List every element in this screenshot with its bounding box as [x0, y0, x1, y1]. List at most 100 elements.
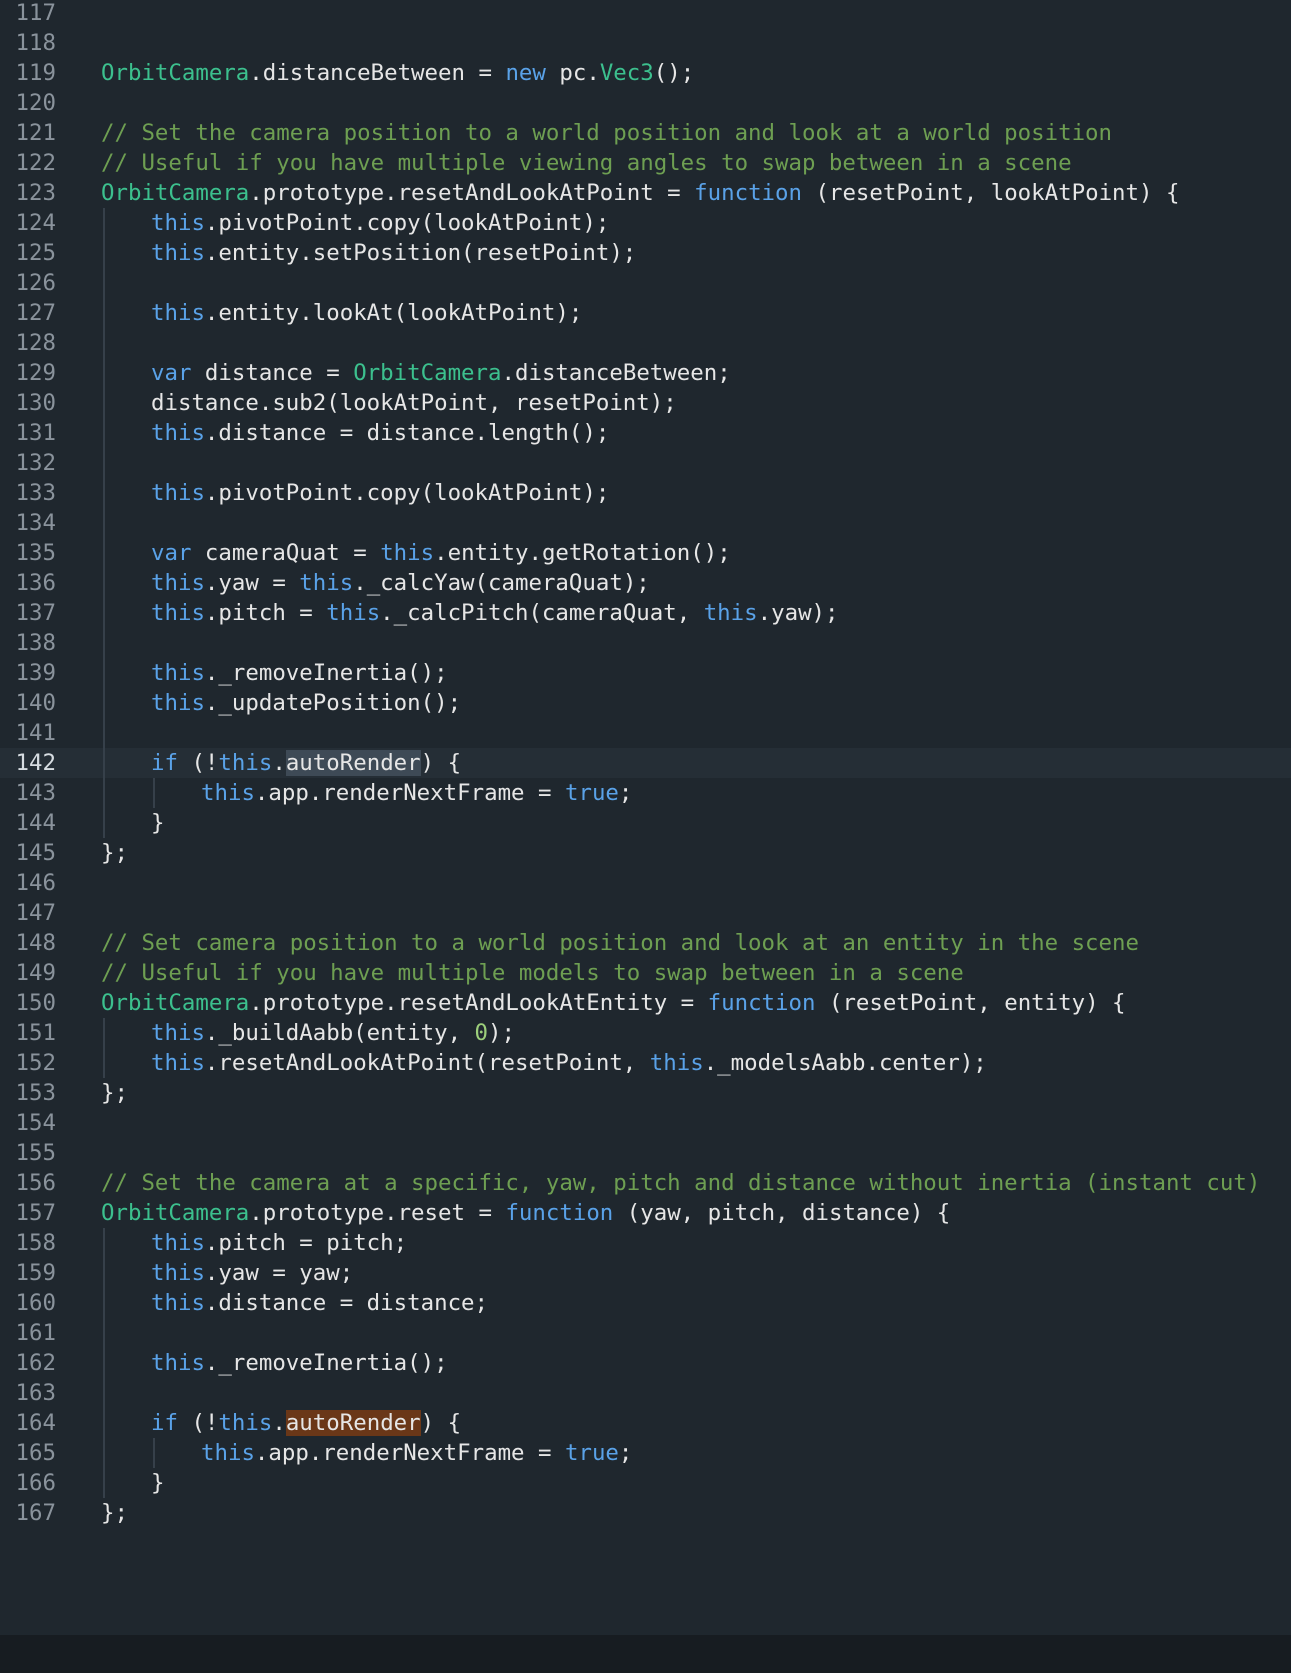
code-token: this [151, 1290, 205, 1316]
line-code: OrbitCamera.prototype.reset = function (… [101, 1198, 950, 1228]
code-token: .resetAndLookAtPoint(resetPoint, [204, 1050, 650, 1076]
code-line[interactable]: 141 [0, 718, 1291, 748]
line-number: 163 [15, 1380, 56, 1406]
code-editor[interactable]: 117 118 119 OrbitCamera.distanceBetween = n… [0, 0, 1291, 1635]
code-line[interactable]: 122 // Useful if you have multiple viewin… [0, 148, 1291, 178]
code-line[interactable]: 121 // Set the camera position to a world… [0, 118, 1291, 148]
code-line[interactable]: 142 if (!this.autoRender) { [0, 748, 1291, 778]
code-line[interactable]: 133 this.pivotPoint.copy(lookAtPoint); [0, 478, 1291, 508]
code-line[interactable]: 124 this.pivotPoint.copy(lookAtPoint); [0, 208, 1291, 238]
code-token: this [380, 540, 435, 566]
indent-guide [103, 1258, 105, 1288]
code-line[interactable]: 123 OrbitCamera.prototype.resetAndLookAtP… [0, 178, 1291, 208]
code-line[interactable]: 163 [0, 1378, 1291, 1408]
line-number: 149 [15, 960, 56, 986]
line-number: 134 [15, 510, 56, 536]
line-number: 158 [15, 1230, 56, 1256]
code-line[interactable]: 130 distance.sub2(lookAtPoint, resetPoint… [0, 388, 1291, 418]
code-line[interactable]: 149 // Useful if you have multiple models… [0, 958, 1291, 988]
code-token: Vec3 [599, 60, 654, 86]
line-code: this._removeInertia(); [151, 1348, 448, 1378]
code-token: } [151, 810, 165, 836]
code-line[interactable]: 118 [0, 28, 1291, 58]
indent-guide [103, 298, 105, 328]
code-line[interactable]: 155 [0, 1138, 1291, 1168]
code-line[interactable]: 131 this.distance = distance.length(); [0, 418, 1291, 448]
code-line[interactable]: 146 [0, 868, 1291, 898]
code-token: distance = [191, 360, 354, 386]
line-number: 150 [15, 990, 56, 1016]
code-line[interactable]: 159 this.yaw = yaw; [0, 1258, 1291, 1288]
code-line[interactable]: 129 var distance = OrbitCamera.distanceBe… [0, 358, 1291, 388]
line-number: 117 [15, 0, 56, 26]
code-line[interactable]: 132 [0, 448, 1291, 478]
line-number: 120 [15, 90, 56, 116]
line-code: this.yaw = this._calcYaw(cameraQuat); [151, 568, 650, 598]
code-line[interactable]: 156 // Set the camera at a specific, yaw,… [0, 1168, 1291, 1198]
code-line[interactable]: 153}; [0, 1078, 1291, 1108]
indent-guide [103, 628, 105, 658]
code-token: this [151, 240, 205, 266]
line-number: 137 [15, 600, 56, 626]
code-line[interactable]: 139 this._removeInertia(); [0, 658, 1291, 688]
line-number: 138 [15, 630, 56, 656]
line-code: }; [101, 1078, 128, 1108]
indent-guide [103, 418, 105, 448]
code-token: this [326, 600, 381, 626]
code-line[interactable]: 134 [0, 508, 1291, 538]
line-number: 142 [15, 750, 56, 776]
code-token: // Set the camera at a specific, yaw, pi… [101, 1170, 1261, 1196]
code-line[interactable]: 143 this.app.renderNextFrame = true; [0, 778, 1291, 808]
code-line[interactable]: 160 this.distance = distance; [0, 1288, 1291, 1318]
code-line[interactable]: 135 var cameraQuat = this.entity.getRotat… [0, 538, 1291, 568]
code-line[interactable]: 125 this.entity.setPosition(resetPoint); [0, 238, 1291, 268]
code-line[interactable]: 147 [0, 898, 1291, 928]
code-line[interactable]: 150 OrbitCamera.prototype.resetAndLookAtE… [0, 988, 1291, 1018]
indent-guide [103, 388, 105, 418]
code-line[interactable]: 127 this.entity.lookAt(lookAtPoint); [0, 298, 1291, 328]
code-line[interactable]: 152 this.resetAndLookAtPoint(resetPoint, … [0, 1048, 1291, 1078]
code-line[interactable]: 165 this.app.renderNextFrame = true; [0, 1438, 1291, 1468]
code-line[interactable]: 167}; [0, 1498, 1291, 1528]
code-line[interactable]: 161 [0, 1318, 1291, 1348]
code-line[interactable]: 136 this.yaw = this._calcYaw(cameraQuat); [0, 568, 1291, 598]
code-line[interactable]: 151 this._buildAabb(entity, 0); [0, 1018, 1291, 1048]
line-number: 132 [15, 450, 56, 476]
line-code: this.entity.lookAt(lookAtPoint); [151, 298, 582, 328]
code-token: if [151, 1410, 178, 1436]
code-line[interactable]: 157 OrbitCamera.prototype.reset = functio… [0, 1198, 1291, 1228]
code-token: . [272, 1410, 286, 1436]
code-line[interactable]: 162 this._removeInertia(); [0, 1348, 1291, 1378]
code-token: this [703, 600, 758, 626]
code-line[interactable]: 154 [0, 1108, 1291, 1138]
code-token: this [151, 660, 205, 686]
code-token: .prototype.reset = [249, 1200, 506, 1226]
line-number: 160 [15, 1290, 56, 1316]
line-code: // Set the camera at a specific, yaw, pi… [101, 1168, 1260, 1198]
indent-guide [103, 598, 105, 628]
code-line[interactable]: 145}; [0, 838, 1291, 868]
code-token: .app.renderNextFrame = [254, 1440, 565, 1466]
code-line[interactable]: 138 [0, 628, 1291, 658]
code-line[interactable]: 164 if (!this.autoRender) { [0, 1408, 1291, 1438]
line-code: this._removeInertia(); [151, 658, 448, 688]
line-number: 125 [15, 240, 56, 266]
code-line[interactable]: 140 this._updatePosition(); [0, 688, 1291, 718]
code-line[interactable]: 117 [0, 0, 1291, 28]
code-token: function [505, 1200, 614, 1226]
code-line[interactable]: 166} [0, 1468, 1291, 1498]
code-line[interactable]: 119 OrbitCamera.distanceBetween = new pc.… [0, 58, 1291, 88]
code-line[interactable]: 120 [0, 88, 1291, 118]
code-line[interactable]: 144} [0, 808, 1291, 838]
line-number: 140 [15, 690, 56, 716]
code-token: pc. [545, 60, 600, 86]
code-line[interactable]: 126 [0, 268, 1291, 298]
code-line[interactable]: 128 [0, 328, 1291, 358]
code-token: 0 [474, 1020, 489, 1046]
code-line[interactable]: 137 this.pitch = this._calcPitch(cameraQu… [0, 598, 1291, 628]
code-line[interactable]: 148 // Set camera position to a world pos… [0, 928, 1291, 958]
line-number: 143 [15, 780, 56, 806]
code-line[interactable]: 158 this.pitch = pitch; [0, 1228, 1291, 1258]
code-token: this [151, 1050, 205, 1076]
code-token: this [151, 480, 205, 506]
